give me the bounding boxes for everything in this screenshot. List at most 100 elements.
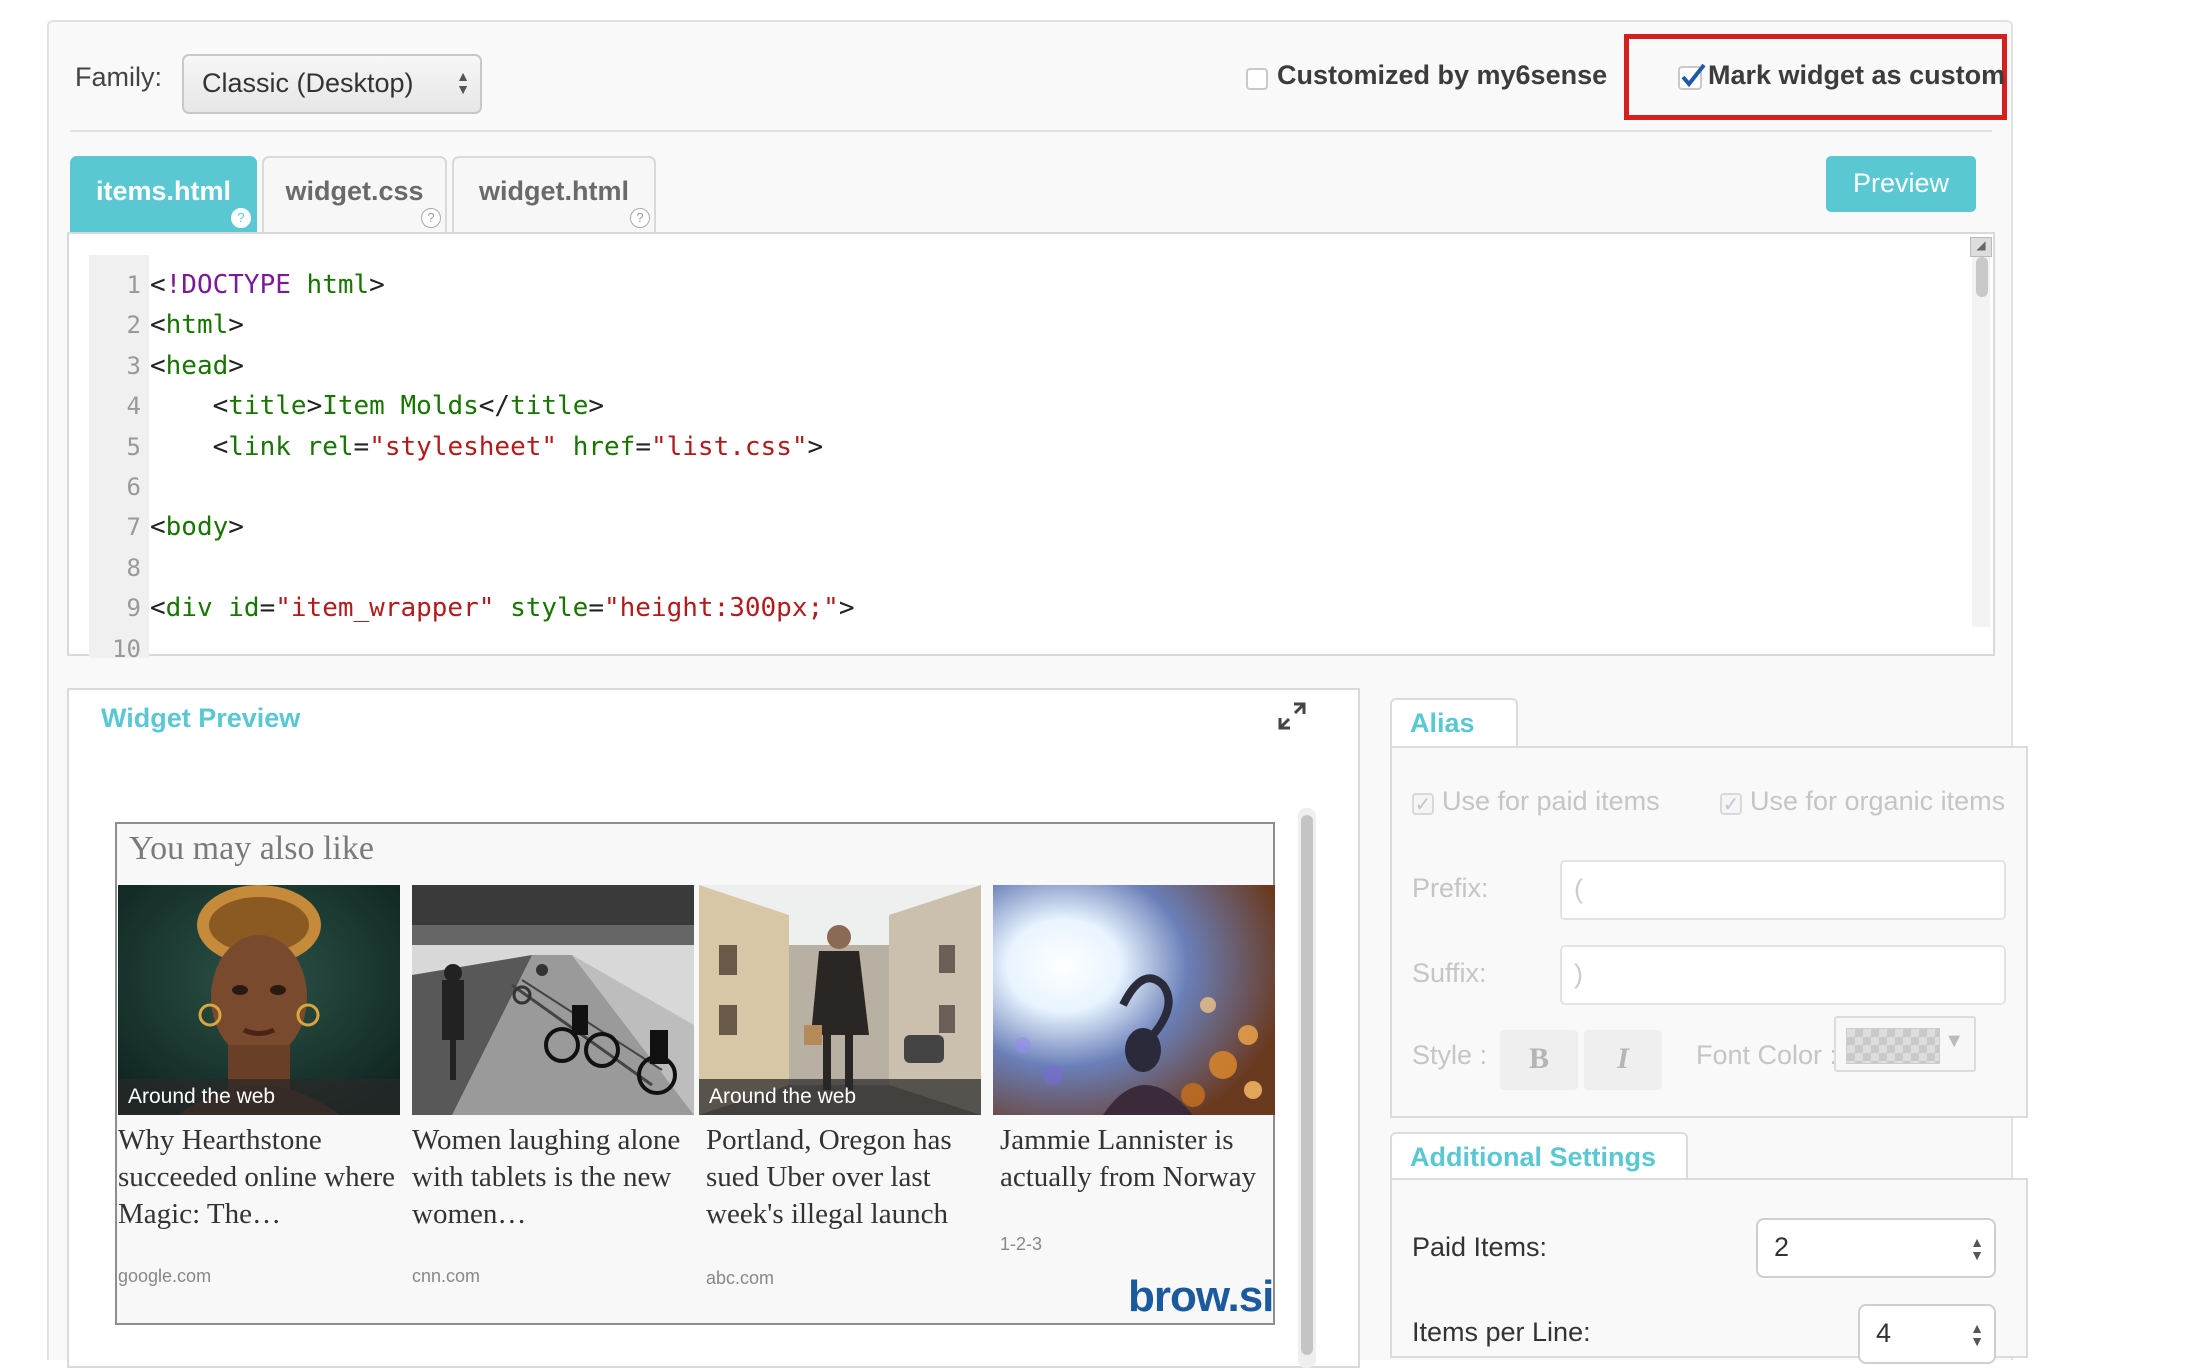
card-overlay-label: Around the web	[118, 1079, 400, 1115]
code-token: "height:300px;"	[604, 593, 839, 623]
paid-items-checkbox[interactable]: ✓	[1412, 793, 1434, 815]
font-color-picker[interactable]: ▼	[1834, 1016, 1976, 1072]
resize-icon[interactable]: ◢	[1970, 237, 1992, 257]
paid-items-value: 2	[1774, 1232, 1790, 1262]
code-token: >	[838, 593, 855, 623]
card-image[interactable]	[993, 885, 1275, 1115]
tab-additional-settings[interactable]: Additional Settings	[1390, 1132, 1688, 1182]
code-token: link	[228, 432, 291, 462]
suffix-label: Suffix:	[1412, 958, 1487, 988]
items-per-line-select[interactable]: 4 ▲ ▼	[1858, 1304, 1996, 1364]
select-arrows-icon: ▲ ▼	[1970, 1234, 1984, 1263]
code-token: >	[807, 432, 824, 462]
cyclists-tunnel-image	[412, 885, 694, 1115]
code-token: "list.css"	[650, 432, 808, 462]
code-token: <	[150, 593, 166, 623]
code-token: >	[588, 391, 605, 421]
line-number: 8	[126, 554, 141, 582]
code-token: >	[369, 270, 385, 300]
expand-icon[interactable]	[1276, 700, 1308, 732]
help-icon[interactable]: ?	[421, 208, 441, 228]
line-number: 4	[126, 392, 141, 420]
mark-custom-checkbox[interactable]	[1678, 63, 1706, 90]
code-token: title	[510, 391, 589, 421]
widget-heading: You may also like	[129, 830, 374, 867]
prefix-input[interactable]: (	[1560, 860, 2006, 920]
editor-scroll-thumb[interactable]	[1976, 257, 1988, 297]
code-line: <div id="item_wrapper" style="height:300…	[150, 588, 854, 628]
customized-checkbox[interactable]	[1246, 68, 1268, 90]
suffix-input[interactable]: )	[1560, 945, 2006, 1005]
code-token: =	[353, 432, 370, 462]
paid-items-count-label: Paid Items:	[1412, 1232, 1548, 1262]
code-token: div	[165, 593, 213, 623]
preview-scroll-thumb[interactable]	[1301, 815, 1313, 1355]
tab-alias[interactable]: Alias	[1390, 698, 1518, 748]
widget-preview-title: Widget Preview	[101, 703, 301, 733]
card-image[interactable]	[412, 885, 694, 1115]
code-token: =	[259, 593, 276, 623]
code-token: href	[572, 432, 636, 462]
card-title[interactable]: Women laughing alone with tablets is the…	[412, 1122, 692, 1233]
code-token: "item_wrapper"	[275, 593, 495, 623]
code-line: <html>	[150, 305, 244, 345]
mark-custom-label: Mark widget as custom	[1708, 60, 2006, 90]
items-per-line-label: Items per Line:	[1412, 1317, 1591, 1347]
paid-items-label: Use for paid items	[1442, 786, 1660, 816]
code-token: rel	[306, 432, 354, 462]
family-select[interactable]: Classic (Desktop) ▲ ▼	[182, 54, 482, 114]
dropdown-arrow-icon: ▼	[1944, 1030, 1964, 1052]
tab-label: widget.css	[285, 176, 424, 206]
card-image[interactable]: Around the web	[118, 885, 400, 1115]
code-token: <	[150, 351, 166, 381]
code-token: html	[306, 270, 370, 300]
card-title[interactable]: Jammie Lannister is actually from Norway	[1000, 1122, 1280, 1196]
line-number: 7	[126, 513, 141, 541]
code-token: html	[165, 310, 229, 340]
organic-items-checkbox[interactable]: ✓	[1720, 793, 1742, 815]
customized-label: Customized by my6sense	[1277, 60, 1608, 90]
code-token: <	[150, 310, 166, 340]
tab-widget-css[interactable]: widget.css ?	[262, 156, 447, 232]
items-per-line-value: 4	[1876, 1318, 1892, 1348]
bold-button[interactable]: B	[1500, 1030, 1578, 1090]
line-number: 5	[126, 433, 141, 461]
style-label: Style :	[1412, 1040, 1488, 1070]
code-token: <	[150, 270, 166, 300]
brand-logo: brow.si	[1128, 1272, 1274, 1321]
code-token: head	[165, 351, 229, 381]
card-image[interactable]: Around the web	[699, 885, 981, 1115]
line-number: 2	[126, 311, 141, 339]
italic-button[interactable]: I	[1584, 1030, 1662, 1090]
code-token: <	[150, 432, 229, 462]
code-token: >	[228, 310, 244, 340]
code-token: <	[150, 391, 229, 421]
code-token: Item Molds	[322, 391, 479, 421]
preview-button[interactable]: Preview	[1826, 156, 1976, 212]
line-number: 6	[126, 473, 141, 501]
tab-items-html[interactable]: items.html ?	[70, 156, 257, 232]
code-token: >	[306, 391, 323, 421]
card-source: google.com	[118, 1266, 212, 1286]
organic-items-label: Use for organic items	[1750, 786, 2006, 816]
help-icon[interactable]: ?	[231, 208, 251, 228]
card-title[interactable]: Why Hearthstone succeeded online where M…	[118, 1122, 398, 1233]
card-title[interactable]: Portland, Oregon has sued Uber over last…	[706, 1122, 986, 1233]
code-line: <link rel="stylesheet" href="list.css">	[150, 427, 824, 467]
paid-items-select[interactable]: 2 ▲ ▼	[1756, 1218, 1996, 1278]
code-content[interactable]: <!DOCTYPE html> <html> <head> <title>Item …	[150, 265, 1970, 638]
card-overlay-label: Around the web	[699, 1079, 981, 1115]
code-line: <title>Item Molds</title>	[150, 386, 604, 426]
card-source: 1-2-3	[1000, 1234, 1043, 1254]
code-token: "stylesheet"	[369, 432, 558, 462]
line-number: 3	[126, 352, 141, 380]
line-number: 1	[126, 271, 141, 299]
family-label: Family:	[75, 62, 162, 92]
line-numbers: 1 2 3 4 5 6 7 8 9 10	[89, 265, 141, 663]
code-token: >	[228, 351, 244, 381]
help-icon[interactable]: ?	[630, 208, 650, 228]
bokeh-heart-image	[993, 885, 1275, 1115]
tab-widget-html[interactable]: widget.html ?	[452, 156, 656, 232]
